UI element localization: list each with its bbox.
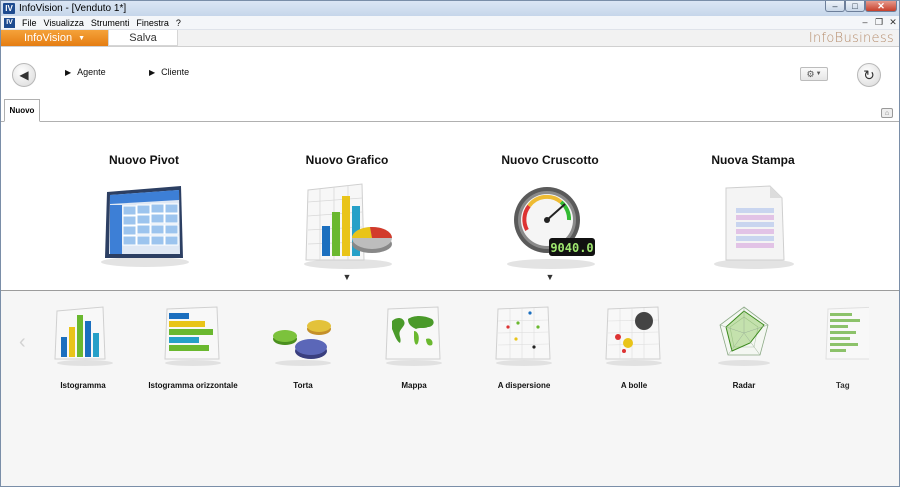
back-arrow-icon: ◀ [19, 68, 29, 82]
breadcrumb-label: Cliente [161, 67, 190, 77]
chevron-down-icon: ▼ [815, 71, 822, 77]
window-title: InfoVision - [Venduto 1*] [19, 3, 127, 14]
save-button[interactable]: Salva [108, 30, 178, 46]
new-chart-button[interactable]: Nuovo Grafico ▼ [277, 122, 417, 290]
chart-type-label: A bolle [620, 381, 648, 390]
chart-type-label: Radar [732, 381, 756, 390]
play-icon: ▶ [149, 67, 156, 77]
document-icon[interactable]: IV [4, 17, 15, 28]
chart-type-mappa[interactable]: Mappa [359, 303, 469, 413]
title-bar: IV InfoVision - [Venduto 1*] ‒ □ ✕ [1, 1, 899, 16]
menu-help[interactable]: ? [176, 18, 181, 28]
breadcrumb-agente[interactable]: ▶ Agente [65, 67, 106, 77]
close-button[interactable]: ✕ [865, 1, 897, 12]
chart-type-label: Torta [293, 381, 313, 390]
menu-visualizza[interactable]: Visualizza [44, 18, 84, 28]
tag-cloud-icon [825, 306, 869, 360]
scatter-chart-icon [495, 306, 552, 366]
chart-type-label: A dispersione [497, 381, 551, 390]
refresh-button[interactable]: ↻ [857, 63, 881, 87]
panel-options-icon[interactable]: ⌂ [881, 108, 893, 118]
refresh-icon: ↻ [863, 66, 875, 83]
create-panel: Nuovo Pivot Nuovo Grafico ▼ Nuovo Crusco… [1, 122, 899, 290]
chart-type-dispersione[interactable]: A dispersione [469, 303, 579, 413]
play-icon: ▶ [65, 67, 72, 77]
bubble-chart-icon [605, 306, 662, 366]
menu-file[interactable]: File [22, 18, 37, 28]
chart-type-istogramma[interactable]: Istogramma [28, 303, 138, 413]
tab-nuovo[interactable]: Nuovo [4, 99, 40, 122]
chart-type-torta[interactable]: Torta [248, 303, 358, 413]
create-title: Nuovo Pivot [108, 153, 179, 167]
chart-type-label: Tag [836, 381, 850, 390]
new-report-button[interactable]: Nuova Stampa [683, 122, 823, 290]
create-title: Nuovo Cruscotto [501, 153, 599, 167]
gauge-readout: 9040.0 [550, 241, 593, 255]
chart-type-gallery: ‹ › Istogramma [1, 291, 899, 486]
create-title: Nuova Stampa [711, 153, 795, 167]
breadcrumb-label: Agente [77, 67, 106, 77]
chart-icon [304, 183, 392, 269]
menu-finestra[interactable]: Finestra [136, 18, 169, 28]
create-title: Nuovo Grafico [305, 153, 389, 167]
brand-logo: InfoBusiness [808, 31, 894, 46]
app-menu-button[interactable]: InfoVision ▼ [1, 30, 108, 46]
app-logo-icon[interactable]: IV [3, 3, 15, 14]
horizontal-bar-chart-icon [164, 306, 221, 366]
report-document-icon [714, 185, 794, 269]
chart-type-radar[interactable]: Radar [689, 303, 799, 413]
pie-chart-icon [273, 320, 331, 366]
minimize-button[interactable]: ‒ [825, 1, 845, 12]
radar-chart-icon [718, 306, 770, 366]
world-map-icon [385, 306, 442, 366]
chart-type-label: Mappa [401, 381, 427, 390]
chart-type-tag[interactable]: Tag [799, 303, 869, 413]
scroll-left-icon[interactable]: ‹ [19, 331, 26, 354]
app-menu-label: InfoVision [23, 32, 73, 44]
chart-type-label: Istogramma [60, 381, 106, 390]
toolbar: ◀ ▶ Agente ▶ Cliente ⚙ ▼ ↻ [1, 47, 899, 99]
document-tabs: Nuovo ⌂ [1, 99, 899, 122]
menu-bar: IV File Visualizza Strumenti Finestra ? … [1, 16, 899, 30]
new-dashboard-button[interactable]: Nuovo Cruscotto 9040.0 ▼ [480, 122, 620, 290]
chevron-down-icon[interactable]: ▼ [277, 272, 417, 282]
breadcrumb-cliente[interactable]: ▶ Cliente [149, 67, 189, 77]
gear-icon: ⚙ [806, 68, 815, 79]
pivot-table-icon [101, 186, 189, 267]
chart-type-istogramma-orizzontale[interactable]: Istogramma orizzontale [138, 303, 248, 413]
doc-close-icon[interactable]: ✕ [887, 17, 899, 28]
chart-type-label: Istogramma orizzontale [148, 381, 238, 390]
maximize-button[interactable]: □ [845, 1, 865, 12]
menu-strumenti[interactable]: Strumenti [91, 18, 130, 28]
doc-minimize-icon[interactable]: – [859, 17, 871, 27]
chart-type-bolle[interactable]: A bolle [579, 303, 689, 413]
bar-chart-icon [54, 306, 113, 366]
doc-restore-icon[interactable]: ❐ [873, 17, 885, 28]
new-pivot-button[interactable]: Nuovo Pivot [74, 122, 214, 290]
chevron-down-icon: ▼ [78, 34, 86, 42]
back-button[interactable]: ◀ [12, 63, 36, 87]
settings-dropdown-button[interactable]: ⚙ ▼ [800, 67, 828, 81]
ribbon-bar: InfoVision ▼ Salva InfoBusiness [1, 30, 899, 47]
gauge-icon: 9040.0 [507, 187, 595, 269]
app-window: IV InfoVision - [Venduto 1*] ‒ □ ✕ IV Fi… [0, 0, 900, 487]
chevron-down-icon[interactable]: ▼ [480, 272, 620, 282]
